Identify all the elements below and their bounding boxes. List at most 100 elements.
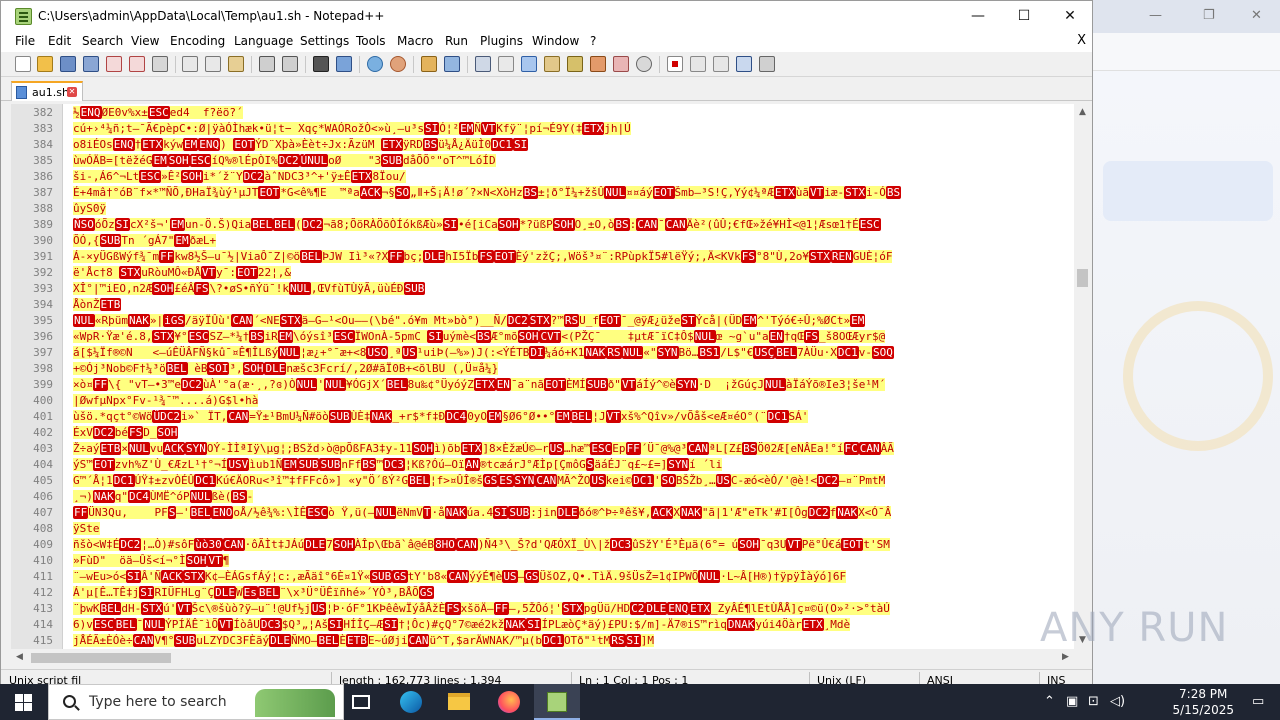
code-line[interactable]: jÅÉÃ±ÈÓè÷CANV¶°SUBuLZYDC3FÈãýDLEÑMO—BELÈ… [73, 633, 1074, 649]
device-icon[interactable]: ▣ [1066, 694, 1078, 709]
bg-close-icon[interactable]: ✕ [1251, 8, 1262, 23]
menu-search[interactable]: Search [82, 34, 123, 48]
record-macro-icon[interactable] [667, 56, 683, 72]
code-line[interactable]: ½ENQØE0v%x±ESCed4 f?ëö?´ [73, 105, 1074, 121]
taskbar-edge[interactable] [388, 684, 434, 720]
minimize-button[interactable]: — [955, 1, 1001, 32]
play-macro-icon[interactable] [713, 56, 729, 72]
scroll-up-icon[interactable]: ▲ [1074, 104, 1091, 121]
horizontal-scroll-thumb[interactable] [31, 653, 171, 663]
code-line[interactable]: Á'µ[Ê…TÊ‡jSIRIÜFHLg¨ÇDLEWEs BEL¨\x³Ü°ÜÊïñ… [73, 585, 1074, 601]
code-line[interactable]: FFÜN3Qu, PFS–'BEL ENOoÅ/½ê¾%:\ÌÊESCò Ÿ,ü(… [73, 505, 1074, 521]
scroll-left-icon[interactable]: ◀ [11, 649, 28, 666]
redo-icon[interactable] [282, 56, 298, 72]
volume-icon[interactable]: ◁) [1110, 694, 1125, 709]
save-all-icon[interactable] [83, 56, 99, 72]
zoom-in-icon[interactable] [367, 56, 383, 72]
code-line[interactable]: «WpR·Ÿæ'é.8,STX¥°ESCSZ–*¼†BSiREM\óýsî³ES… [73, 329, 1074, 345]
find-icon[interactable] [313, 56, 329, 72]
start-button[interactable] [0, 684, 48, 720]
code-line[interactable]: ùwÓÄB=[tëžéGEM SOH ESCíQ%®lÉpÒI%DC2 ÚNULoØ … [73, 153, 1074, 169]
code-line[interactable]: cú+›⁴¼ñ;t–¯Ã€pèpC•:Ø|ÿàÓÌhæk•ü¦t− Xqç*WA… [73, 121, 1074, 137]
replace-icon[interactable] [336, 56, 352, 72]
menu-language[interactable]: Language [234, 34, 293, 48]
taskbar-firefox[interactable] [486, 684, 532, 720]
function-list-icon[interactable] [590, 56, 606, 72]
zoom-out-icon[interactable] [390, 56, 406, 72]
clock[interactable]: 7:28 PM 5/15/2025 [1172, 686, 1234, 718]
menu-tools[interactable]: Tools [356, 34, 386, 48]
menu-macro[interactable]: Macro [397, 34, 433, 48]
tab-close-icon[interactable]: ✕ [67, 87, 77, 97]
code-line[interactable]: ÿSte [73, 521, 1074, 537]
new-file-icon[interactable] [15, 56, 31, 72]
close-all-icon[interactable] [129, 56, 145, 72]
code-line[interactable]: ×ò¤FF\{ "vT–•3™eDC2ùÀ'°a(æ·¸,?ɞ)ÒNUL'NUL… [73, 377, 1074, 393]
code-line[interactable]: ÉxVDC2béFSD_SOH [73, 425, 1074, 441]
taskbar-notepadpp[interactable] [534, 684, 580, 720]
maximize-button[interactable]: ☐ [1001, 1, 1047, 32]
code-line[interactable]: »FùD" öä–Ûš<í¬°ÌSOH VT¶ [73, 553, 1074, 569]
menu-edit[interactable]: Edit [48, 34, 71, 48]
code-line[interactable]: o8iÉOsENQ†ETXkýwEM ENQ) EOTÝD¨Xþà»Èèt÷Jx:… [73, 137, 1074, 153]
vertical-scroll-thumb[interactable] [1077, 269, 1088, 287]
code-line[interactable]: NUL«RþümNAK»|iGS/äÿÏÛù'CAN´<NESTXä–G–¹<O… [73, 313, 1074, 329]
taskbar-search-box[interactable]: Type here to search [48, 684, 344, 720]
monitoring-icon[interactable] [636, 56, 652, 72]
code-line[interactable]: Á-×yÜGßWýf¾¯mFFkw8½Š–u¯½|ViaÔ¯Z|©öBELÞJW… [73, 249, 1074, 265]
word-wrap-icon[interactable] [475, 56, 491, 72]
code-view[interactable]: ½ENQØE0v%x±ESCed4 f?ëö?´ cú+›⁴¼ñ;t–¯Ã€pèp… [73, 104, 1074, 649]
code-line[interactable]: XÎ°|™iEO,n2ÆSOH£éÂFS\?•øS•ñÝü¯!kNUL,ŒVfù… [73, 281, 1074, 297]
bg-minimize-icon[interactable]: — [1149, 8, 1162, 23]
menu-run[interactable]: Run [445, 34, 468, 48]
menu-file[interactable]: File [15, 34, 35, 48]
code-line[interactable]: ûyS0ÿ [73, 201, 1074, 217]
undo-icon[interactable] [259, 56, 275, 72]
code-line[interactable]: ¸¬)NAKq"DC4ÙMË^óPNULßè(BS- [73, 489, 1074, 505]
document-map-icon[interactable] [567, 56, 583, 72]
cut-icon[interactable] [182, 56, 198, 72]
sync-vertical-icon[interactable] [421, 56, 437, 72]
code-line[interactable]: G™´Å¦1DC1ÚŸ‡±zvÒÉÛDC1Kú€ÄORu<³î™‡fFFcô»]… [73, 473, 1074, 489]
close-icon[interactable] [106, 56, 122, 72]
taskbar-file-explorer[interactable] [436, 684, 482, 720]
scroll-right-icon[interactable]: ▶ [1057, 649, 1074, 666]
code-line[interactable]: ýS™EOTzvh%Z'Ù_€ÆzL¹†°¬ÍUSVìub1ÑEM SUB SUBn… [73, 457, 1074, 473]
menu-view[interactable]: View [131, 34, 159, 48]
horizontal-scrollbar[interactable]: ◀ ▶ [11, 649, 1074, 666]
code-line[interactable]: +©Ój³Nob©F†¼³öBEL èBSOI³,SOH DLEnæšc3Fcrí… [73, 361, 1074, 377]
save-macro-icon[interactable] [759, 56, 775, 72]
close-document-button[interactable]: X [1077, 33, 1086, 48]
save-icon[interactable] [60, 56, 76, 72]
code-line[interactable]: ÅònŽETB [73, 297, 1074, 313]
code-line[interactable]: ë'Åc†8 STXuRòuMÔ«ÐÅVTy¯:EOT22¦,& [73, 265, 1074, 281]
indent-guide-icon[interactable] [521, 56, 537, 72]
udl-icon[interactable] [544, 56, 560, 72]
code-line[interactable]: ¨–wEu>ó<SIÂ'ÑACK STXK¢–ÈÁGsfÁý¦c:,æÃäî°6È… [73, 569, 1074, 585]
code-line[interactable]: 6)vESC BEL¯NULÝPÍÄÊ¯ìÕVTÍòâUDC3$Q³„¦AšSIH… [73, 617, 1074, 633]
network-icon[interactable]: ⊡ [1088, 694, 1099, 709]
print-icon[interactable] [152, 56, 168, 72]
code-line[interactable]: |ØwfµNpx°Fv-¹¾¯™....á)G$l•hà [73, 393, 1074, 409]
run-macro-multiple-icon[interactable] [736, 56, 752, 72]
menu-help[interactable]: ? [590, 34, 596, 48]
tab-au1-sh[interactable]: au1.sh ✕ [11, 81, 83, 101]
copy-icon[interactable] [205, 56, 221, 72]
code-line[interactable]: Ž÷aýETB×NULvuACK SYNOÝ-ÌÌªIÿ\µg¦;BSžd›ò@p… [73, 441, 1074, 457]
task-view-button[interactable] [338, 684, 384, 720]
bg-restore-icon[interactable]: ❐ [1203, 8, 1215, 23]
code-line[interactable]: ¨þwKBELdH-STXú'VTŠc\®šùò?ÿ–u¨!@Uf½jUS¦Þ·… [73, 601, 1074, 617]
close-button[interactable]: ✕ [1047, 1, 1092, 32]
code-line[interactable]: ÕÓ,{SUBTn ´gÁ7"EMðæL+ [73, 233, 1074, 249]
paste-icon[interactable] [228, 56, 244, 72]
code-line[interactable]: É+4mâ†°óB¨f×*™ÑÕ,ÐHaÏ¾ùý¹µJTEOT*G<ê%¶E ™… [73, 185, 1074, 201]
menu-window[interactable]: Window [532, 34, 579, 48]
sync-horizontal-icon[interactable] [444, 56, 460, 72]
code-line[interactable]: ñšò<W‡ÉDC2¦…Ò)#sôFùò30 CAN·ôÃÌt‡JÁúDLE7SO… [73, 537, 1074, 553]
vertical-scrollbar[interactable]: ▲ ▼ [1074, 104, 1091, 649]
code-line[interactable]: á[$¼Ïf®©N <–úÊÜÂFÑ§kû¯¤Ê¶ÎLßýNUL¦æ¿+°¯æ+… [73, 345, 1074, 361]
code-line[interactable]: ši-,Á6^¬LtESC»Ê²SOHi*´ž¨YDC2àˆNDC3³^+'ÿ±… [73, 169, 1074, 185]
menu-settings[interactable]: Settings [300, 34, 349, 48]
editor-area[interactable]: 382 383 384 385 386 387 388 389 390 391 392 393 394 3… [11, 104, 1074, 649]
menu-plugins[interactable]: Plugins [480, 34, 523, 48]
